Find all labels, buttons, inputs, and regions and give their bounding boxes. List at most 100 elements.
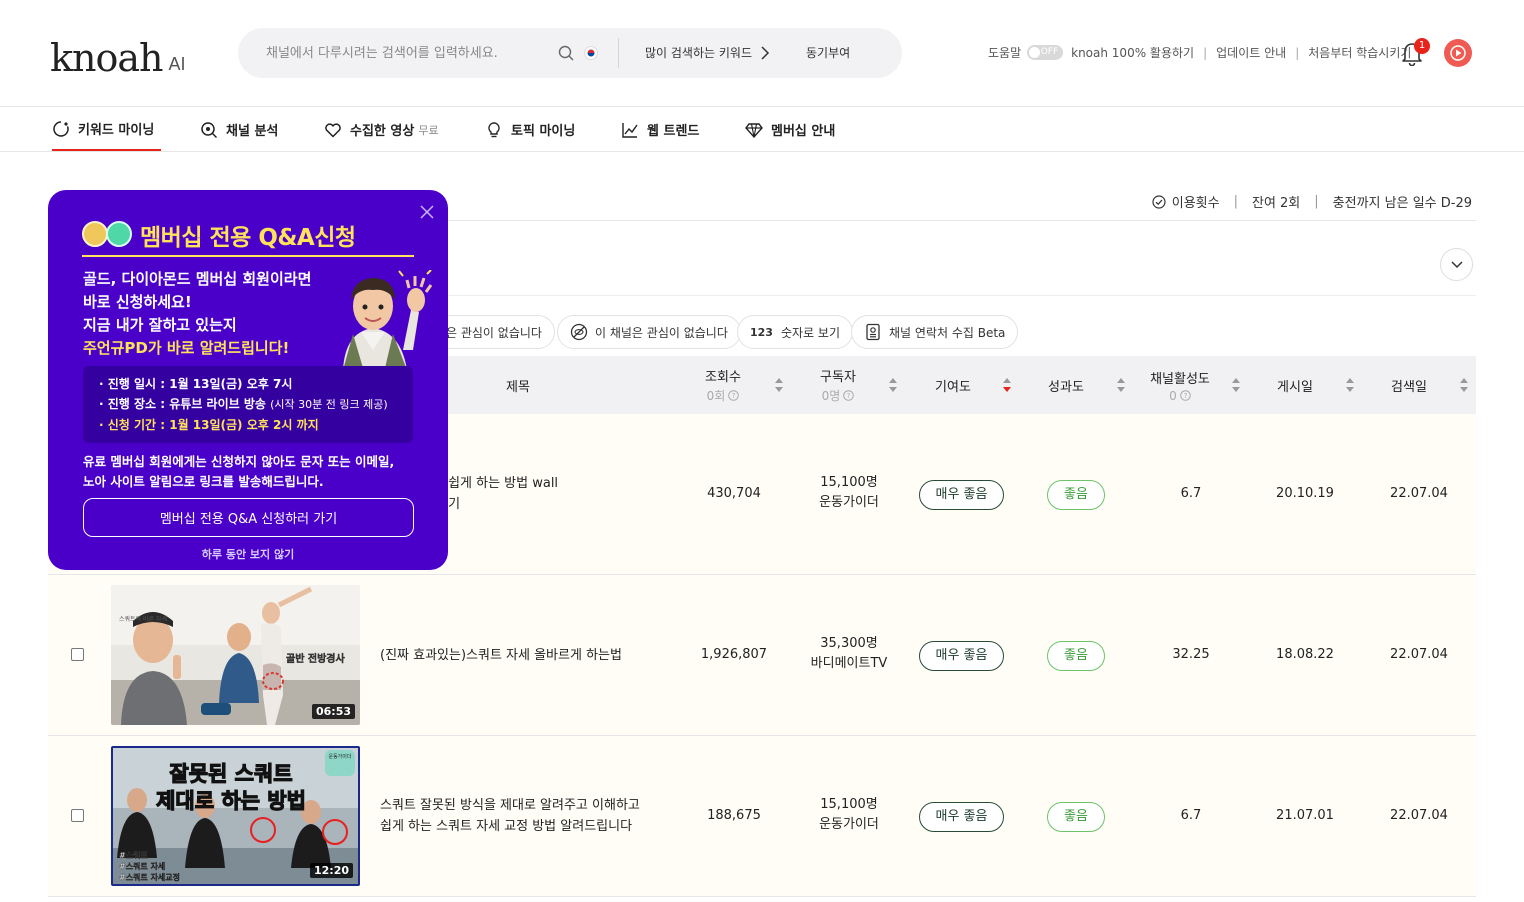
membership-qa-popup: 멤버십 전용 Q&A신청 골드, 다이아몬드 멤버십 회원이라면 바로 신청하세… [48,190,448,570]
svg-text:?: ? [1183,392,1187,400]
popup-description: 유료 멤버십 회원에게는 신청하지 않아도 문자 또는 이메일, 노아 사이트 … [83,454,395,489]
nav-keyword-mining[interactable]: 키워드 마이닝 [52,108,161,151]
col-contribution[interactable]: 기여도 [903,356,1003,414]
filter-channel-contact[interactable]: 채널 연락처 수집 Beta [851,315,1019,349]
search-icon[interactable] [558,45,574,61]
filter-not-interested-channel[interactable]: 이 채널은 관심이 없습니다 [557,315,741,349]
sort-icon-active[interactable] [1003,378,1011,392]
thumbnail-tag: #스쿼트 자세교정 [119,872,180,882]
video-title[interactable]: (진짜 효과있는)스쿼트 자세 올바르게 하는법 [380,645,660,666]
activity-value: 6.7 [1180,808,1202,823]
channel-name[interactable]: 운동가이더 [799,493,899,513]
question-icon[interactable]: ? [728,390,740,401]
avatar [343,270,433,370]
col-views[interactable]: 조회수 0회? [673,356,773,414]
popup-title: 멤버십 전용 Q&A신청 [140,225,356,251]
thumbnail-caption: 골반 전방경사 [286,652,345,665]
sort-icon[interactable] [1232,378,1240,392]
video-title[interactable]: 스쿼트 잘못된 방식을 제대로 알려주고 이해하고 쉽게 하는 스쿼트 자세 교… [380,795,670,837]
col-subscribers[interactable]: 구독자 0명? [788,356,888,414]
search-bar: 많이 검색하는 키워드 동기부여 [238,28,902,78]
table-row[interactable]: 스쿼트의 바른 자세 골반 전방경사 06:53 (진짜 효과있는)스쿼트 자세… [48,575,1476,736]
search-divider [618,38,619,68]
posted-date: 18.08.22 [1276,647,1334,662]
nav-channel-analysis[interactable]: 채널 분석 [200,108,278,151]
video-thumbnail[interactable]: 스쿼트의 바른 자세 골반 전방경사 06:53 [111,585,360,725]
video-duration: 06:53 [311,704,355,719]
searched-date: 22.07.04 [1390,647,1448,662]
contribution-badge: 매우 좋음 [919,480,1004,510]
subscriber-cell: 15,100명 운동가이더 [799,473,899,513]
dismiss-today-link[interactable]: 하루 동안 보지 않기 [48,546,448,562]
heart-icon [325,122,341,137]
popup-title-underline [82,255,414,257]
sort-icon[interactable] [1460,378,1468,392]
row-checkbox[interactable] [71,648,84,661]
searched-date: 22.07.04 [1390,486,1448,501]
sort-icon[interactable] [1346,378,1354,392]
views-value: 1,926,807 [700,647,768,662]
number-icon: 123 [750,325,773,339]
nav-web-trend[interactable]: 웹 트렌드 [621,108,699,151]
close-icon[interactable] [420,205,434,219]
logo-text: knoah [50,36,164,80]
row-checkbox[interactable] [71,809,84,822]
nav-membership[interactable]: 멤버십 안내 [745,108,835,151]
thumbnail-caption: 제대로 하는 방법 [156,789,306,813]
popup-info-box: · 진행 일시 : 1월 13일(금) 오후 7시 · 진행 장소 : 유튜브 … [83,366,413,443]
sort-icon[interactable] [1117,378,1125,392]
svg-text:?: ? [847,392,851,400]
chevron-right-icon[interactable] [760,46,770,60]
sort-icon[interactable] [775,378,783,392]
thumbnail-corner: 운동가이더 [328,753,351,760]
sort-icon[interactable] [889,378,897,392]
logo[interactable]: knoah AI [50,34,186,78]
thumbnail-tag: #스쿼트 [119,850,148,860]
question-icon[interactable]: ? [843,390,855,401]
learn-link[interactable]: 처음부터 학습시키기 [1308,44,1411,61]
update-link[interactable]: 업데이트 안내 [1216,44,1286,61]
col-performance[interactable]: 성과도 [1016,356,1116,414]
diamond-icon [745,122,763,138]
posted-date: 20.10.19 [1276,486,1334,501]
trend-icon [622,122,638,138]
expand-button[interactable] [1440,248,1473,281]
bulb-icon [488,121,500,137]
performance-badge: 좋음 [1047,641,1105,671]
thumbnail-tag: #스쿼트 자세 [119,861,165,871]
popup-lead: 골드, 다이아몬드 멤버십 회원이라면 바로 신청하세요! 지금 내가 잘하고 … [83,270,312,357]
table-row[interactable]: 운동가이더 잘못된 스쿼트 제대로 하는 방법 #스쿼트 #스쿼트 자세 #스쿼… [48,736,1476,897]
korea-flag-icon[interactable] [584,46,598,60]
usage-days: 충전까지 남은 일수 D-29 [1332,196,1472,211]
usage-remaining: 잔여 2회 [1251,196,1301,211]
usage-label: 이용횟수 [1171,196,1220,211]
gold-medal-icon [82,221,108,247]
nav-topic-mining[interactable]: 토픽 마이닝 [485,108,575,151]
block-eye-icon [570,323,588,341]
performance-badge: 좋음 [1047,480,1105,510]
col-title: 제목 [506,379,530,395]
thumbnail-caption: 잘못된 스쿼트 [169,762,292,786]
col-activity[interactable]: 채널활성도 0? [1130,356,1230,414]
play-icon[interactable] [1444,39,1472,67]
popular-keyword-item[interactable]: 동기부여 [806,44,850,61]
video-duration: 12:20 [309,863,353,878]
channel-name[interactable]: 운동가이더 [799,815,899,835]
popular-keywords-label[interactable]: 많이 검색하는 키워드 [645,44,752,61]
video-thumbnail[interactable]: 운동가이더 잘못된 스쿼트 제대로 하는 방법 #스쿼트 #스쿼트 자세 #스쿼… [111,746,360,886]
question-icon[interactable]: ? [1180,390,1191,401]
search-input[interactable] [266,40,536,66]
notification-badge: 1 [1414,38,1430,54]
help-toggle[interactable]: OFF [1027,45,1064,60]
filter-number-view[interactable]: 123 숫자로 보기 [737,315,853,349]
svg-text:?: ? [732,392,736,400]
apply-qa-button[interactable]: 멤버십 전용 Q&A 신청하러 가기 [83,498,414,537]
col-searched[interactable]: 검색일 [1359,356,1459,414]
channel-name[interactable]: 바디메이트TV [799,654,899,674]
header: knoah AI 많이 검색하는 키워드 동기부여 도움말 OFF knoah … [0,0,1524,107]
col-posted[interactable]: 게시일 [1245,356,1345,414]
use-link[interactable]: knoah 100% 활용하기 [1071,44,1194,61]
subscriber-cell: 35,300명 바디메이트TV [799,634,899,674]
posted-date: 21.07.01 [1276,808,1334,823]
nav-collected-videos[interactable]: 수집한 영상 무료 [324,108,439,151]
